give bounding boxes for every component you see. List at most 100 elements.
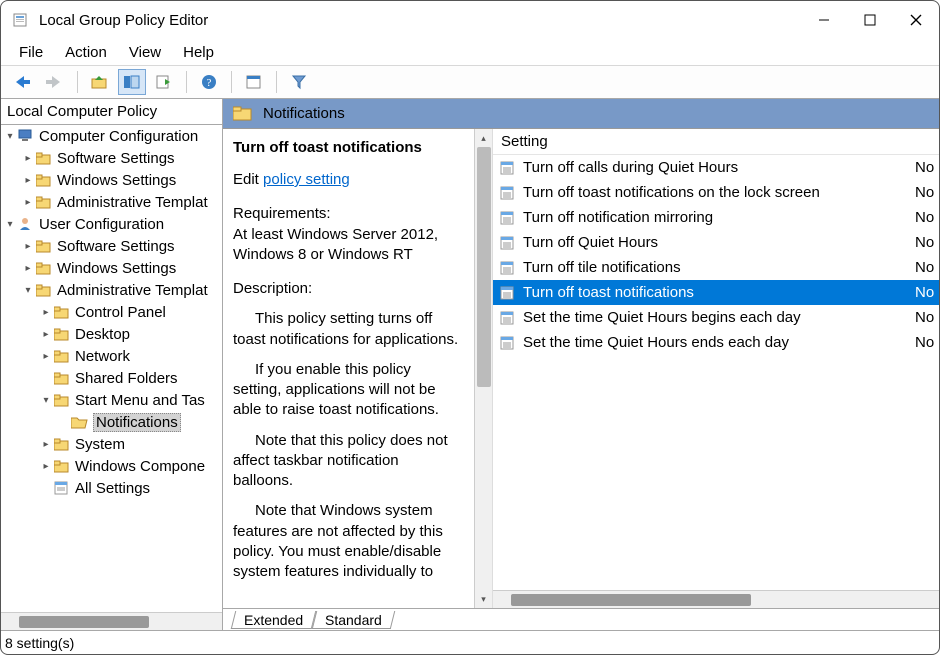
- status-text: 8 setting(s): [5, 635, 74, 651]
- toolbar-separator: [276, 71, 277, 93]
- tab-standard[interactable]: Standard: [312, 611, 395, 629]
- toolbar: ?: [1, 65, 939, 99]
- setting-row[interactable]: Set the time Quiet Hours ends each dayNo: [493, 330, 939, 355]
- setting-row[interactable]: Turn off calls during Quiet HoursNo: [493, 155, 939, 180]
- expand-icon[interactable]: ▸: [39, 329, 53, 340]
- edit-policy-link[interactable]: policy setting: [263, 171, 350, 188]
- desc-vertical-scrollbar[interactable]: ▴ ▾: [475, 129, 493, 608]
- requirements-text: At least Windows Server 2012, Windows 8 …: [233, 225, 462, 266]
- expand-icon[interactable]: ▸: [39, 461, 53, 472]
- expand-icon[interactable]: ▾: [39, 395, 53, 406]
- tree-item-label: Notifications: [93, 413, 181, 432]
- tree-item[interactable]: ▸Administrative Templat: [1, 191, 222, 213]
- policy-icon: [499, 185, 517, 201]
- expand-icon[interactable]: ▸: [39, 351, 53, 362]
- settings-column-header[interactable]: Setting: [493, 129, 939, 155]
- tree-horizontal-scrollbar[interactable]: [1, 612, 222, 630]
- up-one-level-button[interactable]: [86, 69, 114, 95]
- setting-row[interactable]: Turn off notification mirroringNo: [493, 205, 939, 230]
- expand-icon[interactable]: ▾: [3, 131, 17, 142]
- tree-pane: Local Computer Policy ▾Computer Configur…: [1, 99, 223, 630]
- properties-button[interactable]: [240, 69, 268, 95]
- menu-help[interactable]: Help: [173, 42, 224, 63]
- expand-icon[interactable]: ▾: [3, 219, 17, 230]
- menu-file[interactable]: File: [9, 42, 53, 63]
- statusbar: 8 setting(s): [1, 630, 939, 654]
- expand-icon[interactable]: ▸: [21, 153, 35, 164]
- tree-item[interactable]: ▾Computer Configuration: [1, 125, 222, 147]
- description-paragraph: Note that this policy does not affect ta…: [233, 431, 462, 492]
- description-paragraph: This policy setting turns off toast noti…: [233, 309, 462, 350]
- expand-icon[interactable]: ▸: [39, 439, 53, 450]
- tree-item[interactable]: ▸Windows Settings: [1, 169, 222, 191]
- list-horizontal-scrollbar[interactable]: [493, 590, 939, 608]
- setting-row[interactable]: Turn off toast notificationsNo: [493, 280, 939, 305]
- filter-button[interactable]: [285, 69, 313, 95]
- tree-item[interactable]: ▸Windows Compone: [1, 455, 222, 477]
- tree-item[interactable]: ▾Start Menu and Tas: [1, 389, 222, 411]
- back-button[interactable]: [9, 69, 37, 95]
- tab-extended[interactable]: Extended: [231, 611, 317, 629]
- tree-item[interactable]: ▾ Administrative Templat: [1, 279, 222, 301]
- menu-action[interactable]: Action: [55, 42, 117, 63]
- titlebar: Local Group Policy Editor: [1, 1, 939, 39]
- scrollbar-thumb[interactable]: [477, 147, 491, 387]
- minimize-button[interactable]: [801, 1, 847, 39]
- tree-item[interactable]: ▾User Configuration: [1, 213, 222, 235]
- setting-state: No: [915, 259, 939, 276]
- tree-item-label: Network: [75, 348, 130, 365]
- detail-body: Turn off toast notifications Edit policy…: [223, 129, 939, 608]
- tree-item[interactable]: Shared Folders: [1, 367, 222, 389]
- tree-item[interactable]: ▸Software Settings: [1, 147, 222, 169]
- policy-icon: [499, 160, 517, 176]
- scroll-down-icon[interactable]: ▾: [475, 590, 493, 608]
- tree-item[interactable]: ▸ Desktop: [1, 323, 222, 345]
- tree-item[interactable]: Notifications: [1, 411, 222, 433]
- maximize-button[interactable]: [847, 1, 893, 39]
- setting-label: Turn off notification mirroring: [523, 209, 915, 226]
- expand-icon[interactable]: ▸: [21, 175, 35, 186]
- breadcrumb-label: Notifications: [263, 105, 345, 122]
- tree-item-label: All Settings: [75, 480, 150, 497]
- help-button[interactable]: ?: [195, 69, 223, 95]
- expand-icon[interactable]: ▸: [21, 197, 35, 208]
- workspace: Local Computer Policy ▾Computer Configur…: [1, 99, 939, 630]
- tree-item[interactable]: ▸Control Panel: [1, 301, 222, 323]
- menu-view[interactable]: View: [119, 42, 171, 63]
- setting-label: Turn off toast notifications: [523, 284, 915, 301]
- policy-icon: [499, 310, 517, 326]
- export-list-button[interactable]: [150, 69, 178, 95]
- expand-icon[interactable]: ▸: [21, 263, 35, 274]
- tree-item[interactable]: ▸System: [1, 433, 222, 455]
- description-paragraphs: This policy setting turns off toast noti…: [233, 299, 462, 582]
- close-button[interactable]: [893, 1, 939, 39]
- setting-row[interactable]: Turn off toast notifications on the lock…: [493, 180, 939, 205]
- expand-icon[interactable]: ▾: [21, 285, 35, 296]
- detail-pane: Notifications Turn off toast notificatio…: [223, 99, 939, 630]
- folder-icon: [53, 326, 71, 342]
- tree-item[interactable]: All Settings: [1, 477, 222, 499]
- tree-item[interactable]: ▸Software Settings: [1, 235, 222, 257]
- folder-icon: [35, 238, 53, 254]
- tree-item-label: Desktop: [75, 326, 130, 343]
- scroll-track[interactable]: [475, 147, 492, 590]
- setting-row[interactable]: Turn off tile notificationsNo: [493, 255, 939, 280]
- scroll-up-icon[interactable]: ▴: [475, 129, 493, 147]
- show-hide-tree-button[interactable]: [118, 69, 146, 95]
- tree-item-label: Administrative Templat: [57, 282, 208, 299]
- edit-line: Edit policy setting: [233, 170, 462, 190]
- tree-item[interactable]: ▸Windows Settings: [1, 257, 222, 279]
- setting-state: No: [915, 334, 939, 351]
- expand-icon[interactable]: ▸: [21, 241, 35, 252]
- folder-icon: [53, 436, 71, 452]
- setting-row[interactable]: Turn off Quiet HoursNo: [493, 230, 939, 255]
- toolbar-separator: [231, 71, 232, 93]
- setting-state: No: [915, 209, 939, 226]
- scrollbar-thumb[interactable]: [511, 594, 751, 606]
- tree-item[interactable]: ▸ Network: [1, 345, 222, 367]
- forward-button[interactable]: [41, 69, 69, 95]
- tree-header[interactable]: Local Computer Policy: [1, 99, 222, 125]
- scrollbar-thumb[interactable]: [19, 616, 149, 628]
- setting-row[interactable]: Set the time Quiet Hours begins each day…: [493, 305, 939, 330]
- expand-icon[interactable]: ▸: [39, 307, 53, 318]
